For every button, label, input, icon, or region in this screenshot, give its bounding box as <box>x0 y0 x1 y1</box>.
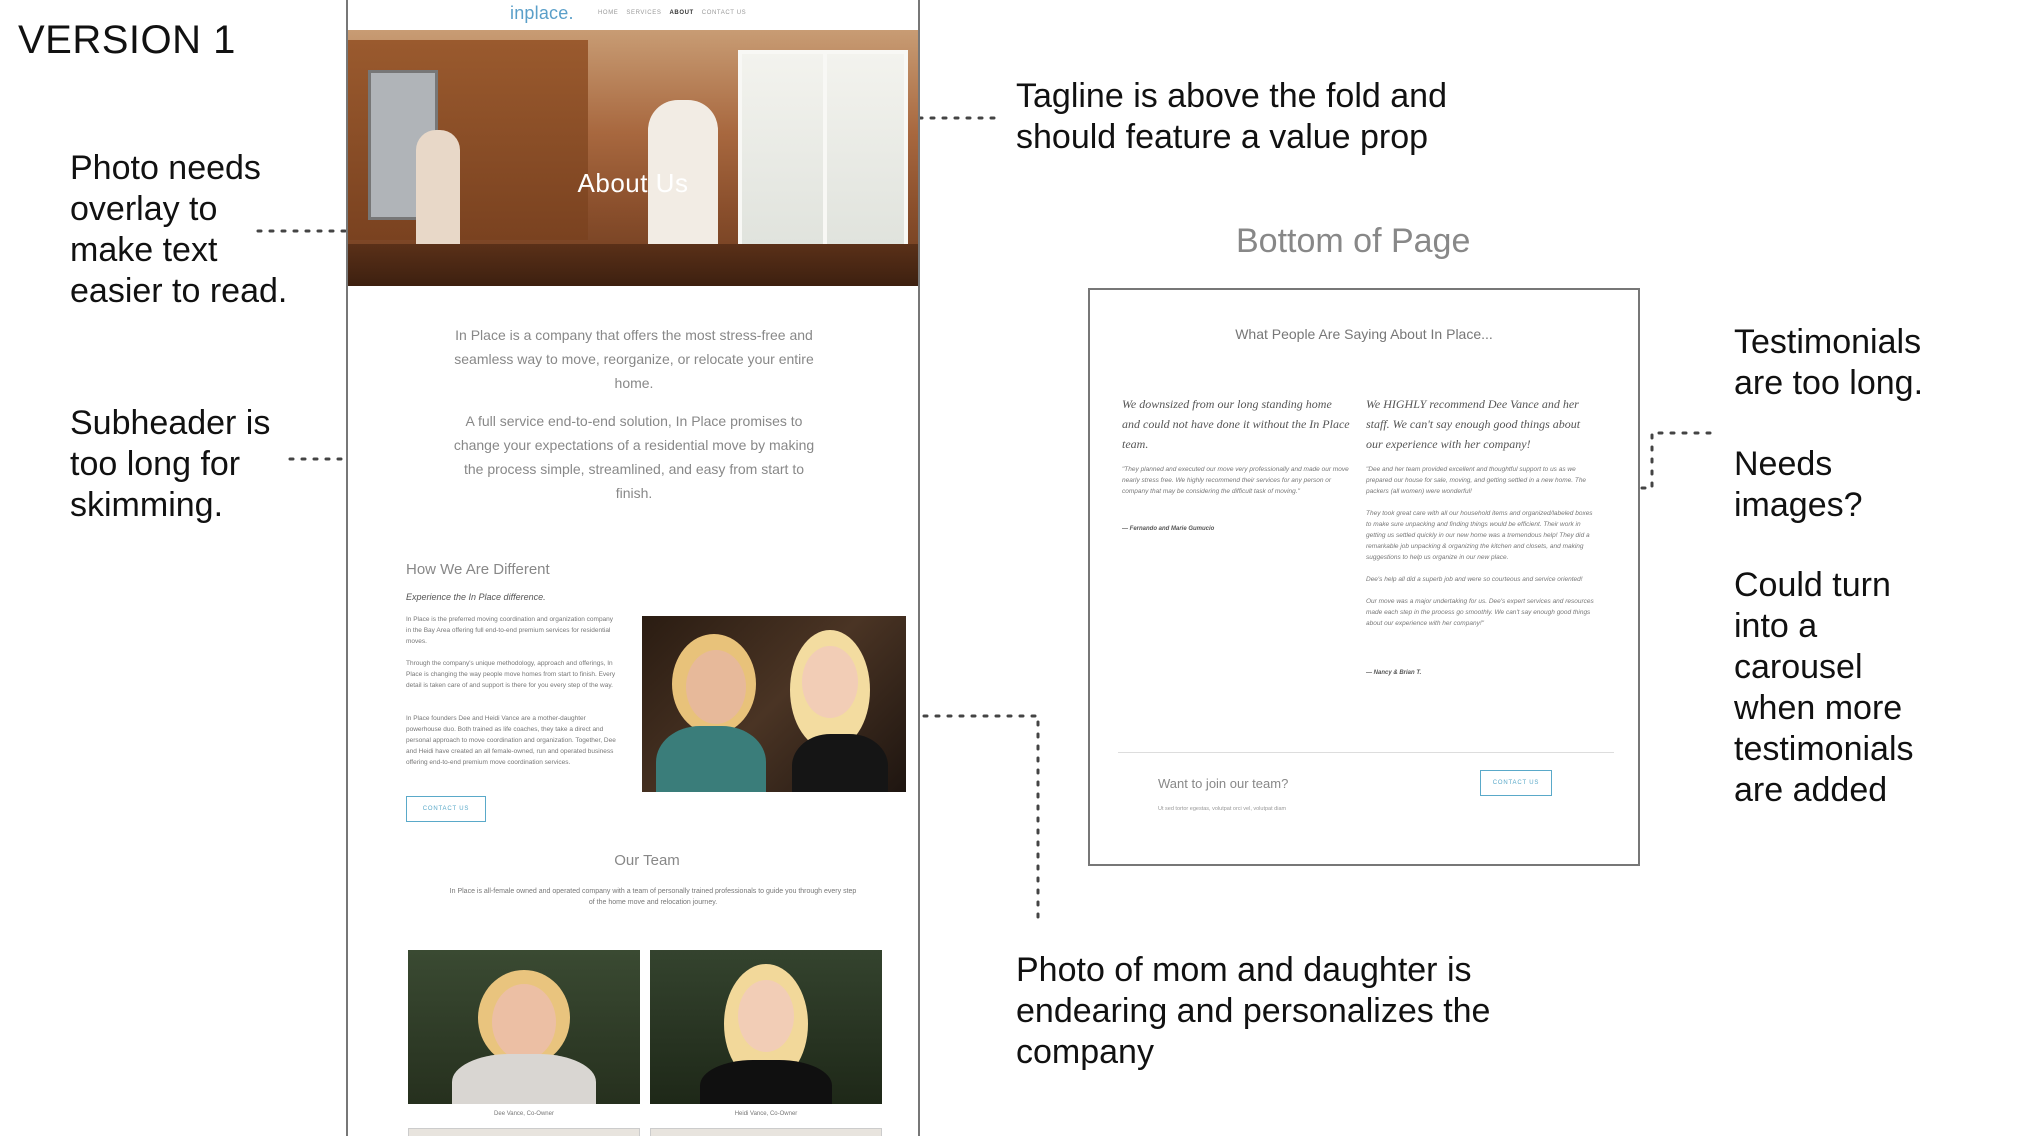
how-different-subtitle: Experience the In Place difference. <box>406 592 546 602</box>
nav-link-about[interactable]: ABOUT <box>669 10 693 16</box>
nav-link-home[interactable]: HOME <box>598 10 618 16</box>
team-photo-heidi <box>650 950 882 1104</box>
testimonial-1-author: — Fernando and Marie Gumucio <box>1122 526 1215 532</box>
hero-photo: About Us <box>348 30 918 286</box>
leader-mom-daughter <box>898 714 1040 926</box>
bottom-of-page-heading: Bottom of Page <box>1236 222 1471 260</box>
bottom-of-page-mockup: What People Are Saying About In Place...… <box>1088 288 1640 866</box>
photo-face-left <box>686 650 746 724</box>
hero-window <box>738 50 908 260</box>
heidi-body <box>700 1060 832 1104</box>
team-caption-dee: Dee Vance, Co-Owner <box>494 1111 554 1117</box>
annotation-photo-overlay: Photo needs overlay to make text easier … <box>70 149 288 310</box>
dee-body <box>452 1054 596 1104</box>
annotation-carousel: Could turn into a carousel when more tes… <box>1734 566 1914 809</box>
heidi-face <box>738 980 794 1052</box>
testimonial-2-quote: We HIGHLY recommend Dee Vance and her st… <box>1366 397 1581 451</box>
nav-link-services[interactable]: SERVICES <box>626 10 661 16</box>
how-paragraph-1: In Place is the preferred moving coordin… <box>406 616 614 645</box>
mom-daughter-photo <box>642 616 906 792</box>
hero-counter <box>348 244 918 286</box>
testimonial-1-body: "They planned and executed our move very… <box>1122 466 1349 495</box>
team-photo-lower-left <box>408 1128 640 1136</box>
leader-lines <box>256 116 1712 926</box>
join-team-title: Want to join our team? <box>1158 776 1289 791</box>
testimonial-1-quote: We downsized from our long standing home… <box>1122 397 1350 451</box>
testimonial-2-body: "Dee and her team provided excellent and… <box>1366 466 1594 627</box>
how-different-title: How We Are Different <box>406 561 550 578</box>
team-photo-lower-right <box>650 1128 882 1136</box>
how-paragraph-2: Through the company's unique methodology… <box>406 660 616 689</box>
annotation-testimonials-long: Testimonials are too long. <box>1734 323 1924 402</box>
team-caption-heidi: Heidi Vance, Co-Owner <box>734 1111 798 1117</box>
hero-title: About Us <box>577 168 689 198</box>
photo-face-right <box>802 646 858 718</box>
photo-body-left <box>656 726 766 792</box>
join-contact-us-button[interactable]: CONTACT US <box>1480 770 1552 796</box>
photo-body-right <box>792 734 888 792</box>
intro-paragraph-2: A full service end-to-end solution, In P… <box>453 413 815 501</box>
annotation-tagline: Tagline is above the fold and should fea… <box>1016 77 1447 156</box>
join-team-subtitle: Ut sed tortor egestas, volutpat orci vel… <box>1158 806 1287 812</box>
nav-link-contact[interactable]: CONTACT US <box>702 10 746 16</box>
testimonials-title: What People Are Saying About In Place... <box>1235 326 1493 342</box>
annotation-needs-images: Needs images? <box>1734 445 1863 524</box>
testimonial-2-author: — Nancy & Brian T. <box>1366 670 1422 676</box>
team-photo-dee <box>408 950 640 1104</box>
site-logo[interactable]: inplace. <box>510 3 574 24</box>
contact-us-button[interactable]: CONTACT US <box>406 796 486 822</box>
site-nav: inplace. HOME SERVICES ABOUT CONTACT US <box>348 0 918 30</box>
team-description: In Place is all-female owned and operate… <box>449 888 857 906</box>
team-title: Our Team <box>614 852 680 869</box>
intro-paragraph-1: In Place is a company that offers the mo… <box>454 327 814 391</box>
annotation-mom-daughter: Photo of mom and daughter is endearing a… <box>1016 951 1491 1071</box>
version-label: VERSION 1 <box>18 18 236 62</box>
how-paragraph-3: In Place founders Dee and Heidi Vance ar… <box>406 715 616 766</box>
nav-links: HOME SERVICES ABOUT CONTACT US <box>598 10 746 16</box>
website-mockup: inplace. HOME SERVICES ABOUT CONTACT US … <box>346 0 920 1136</box>
divider <box>1118 752 1614 753</box>
dee-face <box>492 984 556 1060</box>
annotation-subheader: Subheader is too long for skimming. <box>70 404 271 524</box>
